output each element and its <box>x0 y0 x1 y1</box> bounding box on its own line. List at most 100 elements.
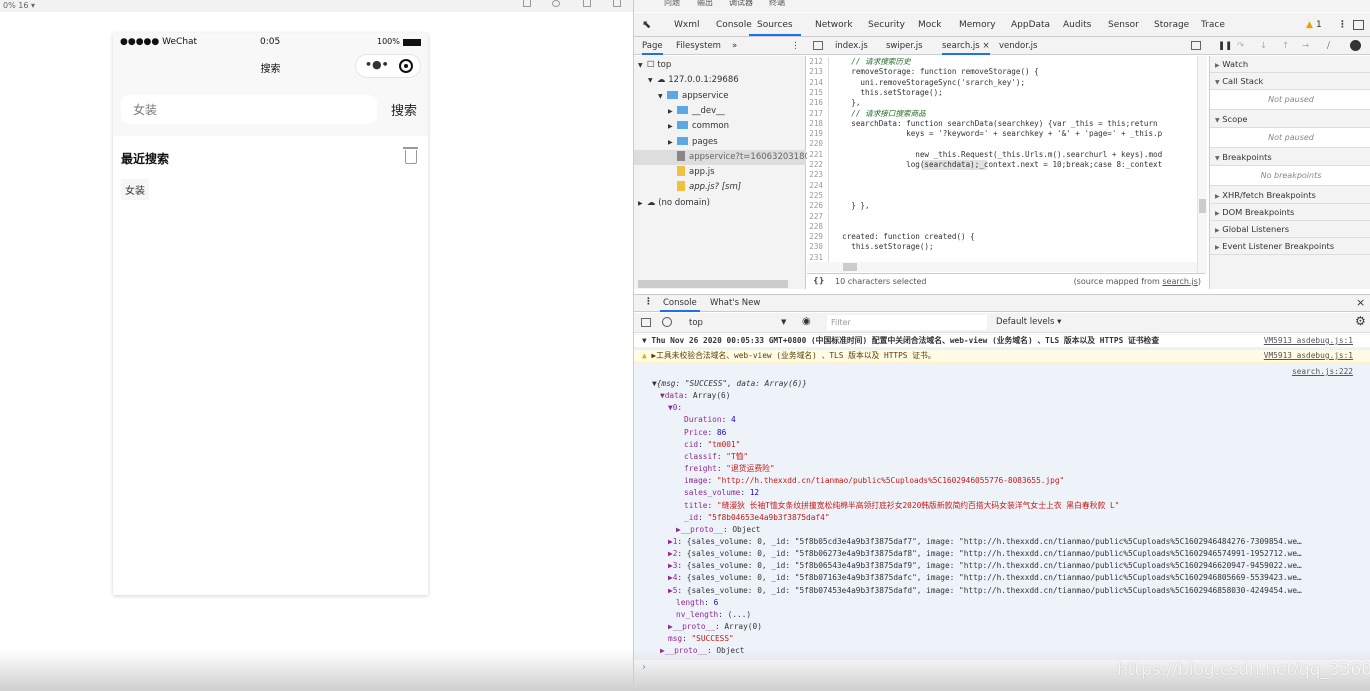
message-source-link[interactable]: VM5913 asdebug.js:1 <box>1259 335 1353 347</box>
line-number[interactable]: 220 <box>807 139 829 150</box>
line-number[interactable]: 216 <box>807 98 829 109</box>
search-button[interactable]: 搜索 <box>391 100 417 119</box>
line-number[interactable]: 226 <box>807 201 829 212</box>
zoom-select[interactable]: 0% 16 ▾ <box>3 1 35 10</box>
close-tab-icon[interactable]: × <box>982 41 989 51</box>
tab-audits[interactable]: Audits <box>1063 20 1091 30</box>
expand-arrow-icon[interactable]: ▼ <box>658 89 667 104</box>
tree-item[interactable]: appservice?t=1606320318051 <box>634 149 821 165</box>
dock-icon[interactable] <box>1353 20 1364 30</box>
code-line[interactable]: 215 this.setStorage(); <box>807 87 1197 99</box>
code-line[interactable]: 220 <box>807 139 1197 150</box>
warning-count[interactable]: 1 <box>1316 20 1322 30</box>
expand-arrow-icon[interactable]: ▶ <box>638 196 647 211</box>
line-number[interactable]: 213 <box>807 67 829 78</box>
tree-line[interactable]: ▼0: <box>668 402 1370 414</box>
history-tag[interactable]: 女装 <box>121 179 149 200</box>
code-line[interactable]: 229 created: function created() { <box>807 232 1197 243</box>
settings-gear-icon[interactable]: ⚙ <box>1355 314 1366 328</box>
pretty-print-icon[interactable]: {} <box>813 276 824 285</box>
code-line[interactable]: 216 }, <box>807 98 1197 109</box>
tree-line[interactable]: ▶__proto__: Array(0) <box>668 621 1370 633</box>
tab-sources[interactable]: Sources <box>749 20 801 36</box>
context-dropdown-icon[interactable]: ▼ <box>781 318 786 326</box>
expand-arrow-icon[interactable]: ▼ <box>648 73 657 88</box>
code-line[interactable]: 227 <box>807 211 1197 222</box>
debug-section-header[interactable]: ▶ Watch <box>1210 56 1370 73</box>
code-line[interactable]: 214 uni.removeStorageSync('srarch_key'); <box>807 77 1197 88</box>
line-number[interactable]: 218 <box>807 118 829 130</box>
tree-line[interactable]: ▶1: {sales_volume: 0, _id: "5f8b05cd3e4a… <box>668 536 1370 548</box>
code-line[interactable]: 212 // 请求搜索历史 <box>807 57 1197 68</box>
code-editor[interactable]: 212 // 请求搜索历史 213 removeStorage: function… <box>807 56 1197 273</box>
debug-section-header[interactable]: ▼ Scope <box>1210 111 1370 128</box>
tree-line[interactable]: ▶2: {sales_volume: 0, _id: "5f8b06273e4a… <box>668 548 1370 560</box>
step-icon[interactable]: → <box>1302 41 1309 51</box>
line-number[interactable]: 223 <box>807 170 829 181</box>
toggle-navigator-icon[interactable] <box>813 41 823 50</box>
drawer-tab-console[interactable]: Console <box>660 298 700 312</box>
pause-on-exceptions-icon[interactable] <box>1350 40 1361 51</box>
expand-arrow-icon[interactable]: ▶ <box>668 135 677 150</box>
nav-menu-icon[interactable]: ⋮ <box>791 41 800 51</box>
inspect-icon[interactable]: ⬉ <box>642 18 651 31</box>
tab-output[interactable]: 输出 <box>697 0 713 8</box>
tree-line[interactable]: ▼data: Array(6) <box>660 390 1370 402</box>
code-line[interactable]: 224 <box>807 180 1197 191</box>
drawer-tab-whats-new[interactable]: What's New <box>710 298 760 308</box>
line-number[interactable]: 222 <box>807 160 829 171</box>
code-line[interactable]: 225 <box>807 190 1197 202</box>
tab-security[interactable]: Security <box>868 20 905 30</box>
debug-section-header[interactable]: ▶ XHR/fetch Breakpoints <box>1210 187 1370 204</box>
tree-item[interactable]: app.js? [sm] <box>668 180 741 195</box>
line-number[interactable]: 227 <box>807 211 829 222</box>
debug-section-header[interactable]: ▶ Event Listener Breakpoints <box>1210 238 1370 255</box>
tab-filesystem[interactable]: Filesystem <box>676 41 721 51</box>
tab-trace[interactable]: Trace <box>1201 20 1225 30</box>
code-line[interactable]: 219 keys = '?keyword=' + searchkey + '&'… <box>807 129 1197 140</box>
tab-memory[interactable]: Memory <box>959 20 996 30</box>
filter-input[interactable]: Filter <box>827 315 987 330</box>
log-source-link[interactable]: search.js:222 <box>1292 366 1353 378</box>
step-into-icon[interactable]: ↓ <box>1260 41 1267 51</box>
tab-appdata[interactable]: AppData <box>1011 20 1050 30</box>
line-number[interactable]: 224 <box>807 180 829 191</box>
code-line[interactable]: 221 new _this.Request(_this.Urls.m().sea… <box>807 149 1197 160</box>
debug-section-header[interactable]: ▼ Breakpoints <box>1210 149 1370 166</box>
record-icon[interactable] <box>552 0 560 7</box>
warning-icon[interactable]: ▲ <box>1306 20 1313 30</box>
editor-vertical-scrollbar[interactable] <box>1197 56 1207 273</box>
eye-icon[interactable]: ◉ <box>802 316 811 327</box>
tab-storage[interactable]: Storage <box>1154 20 1189 30</box>
source-map-link[interactable]: search.js <box>1162 277 1198 286</box>
expand-arrow-icon[interactable]: ▼ <box>638 58 647 73</box>
tree-item[interactable]: ▶ common <box>668 119 729 134</box>
tree-item[interactable]: ▼ appservice <box>658 89 728 104</box>
line-number[interactable]: 215 <box>807 87 829 99</box>
line-number[interactable]: 225 <box>807 190 829 202</box>
close-mini-program-icon[interactable] <box>399 59 413 73</box>
tree-line[interactable]: ▼{msg: "SUCCESS", data: Array(6)} <box>652 378 1370 390</box>
tab-network[interactable]: Network <box>815 20 853 30</box>
line-number[interactable]: 217 <box>807 108 829 119</box>
file-tab-index[interactable]: index.js <box>835 41 868 51</box>
search-input[interactable]: 女装 <box>121 95 377 124</box>
tree-item[interactable]: ▼ ☁ 127.0.0.1:29686 <box>648 73 739 88</box>
tree-line[interactable]: ▶4: {sales_volume: 0, _id: "5f8b07163e4a… <box>668 572 1370 584</box>
menu-icon[interactable]: ⋮ <box>1338 20 1347 30</box>
line-number[interactable]: 212 <box>807 57 829 68</box>
code-line[interactable]: 226 } }, <box>807 201 1197 212</box>
tab-debugger[interactable]: 调试器 <box>729 0 753 8</box>
code-line[interactable]: 217 // 请求接口搜索商品 <box>807 108 1197 119</box>
tab-page[interactable]: Page <box>642 41 663 55</box>
code-line[interactable]: 218 searchData: function searchData(sear… <box>807 118 1197 130</box>
step-over-icon[interactable]: ↷ <box>1237 41 1244 51</box>
more-tabs-icon[interactable]: » <box>732 41 737 51</box>
line-number[interactable]: 219 <box>807 129 829 140</box>
code-line[interactable]: 223 <box>807 170 1197 181</box>
clear-console-icon[interactable] <box>662 317 672 327</box>
tree-item[interactable]: ▶ __dev__ <box>668 104 725 119</box>
step-out-icon[interactable]: ↑ <box>1282 41 1289 51</box>
expand-arrow-icon[interactable]: ▶ <box>668 119 677 134</box>
tree-item[interactable]: ▶ pages <box>668 135 718 150</box>
